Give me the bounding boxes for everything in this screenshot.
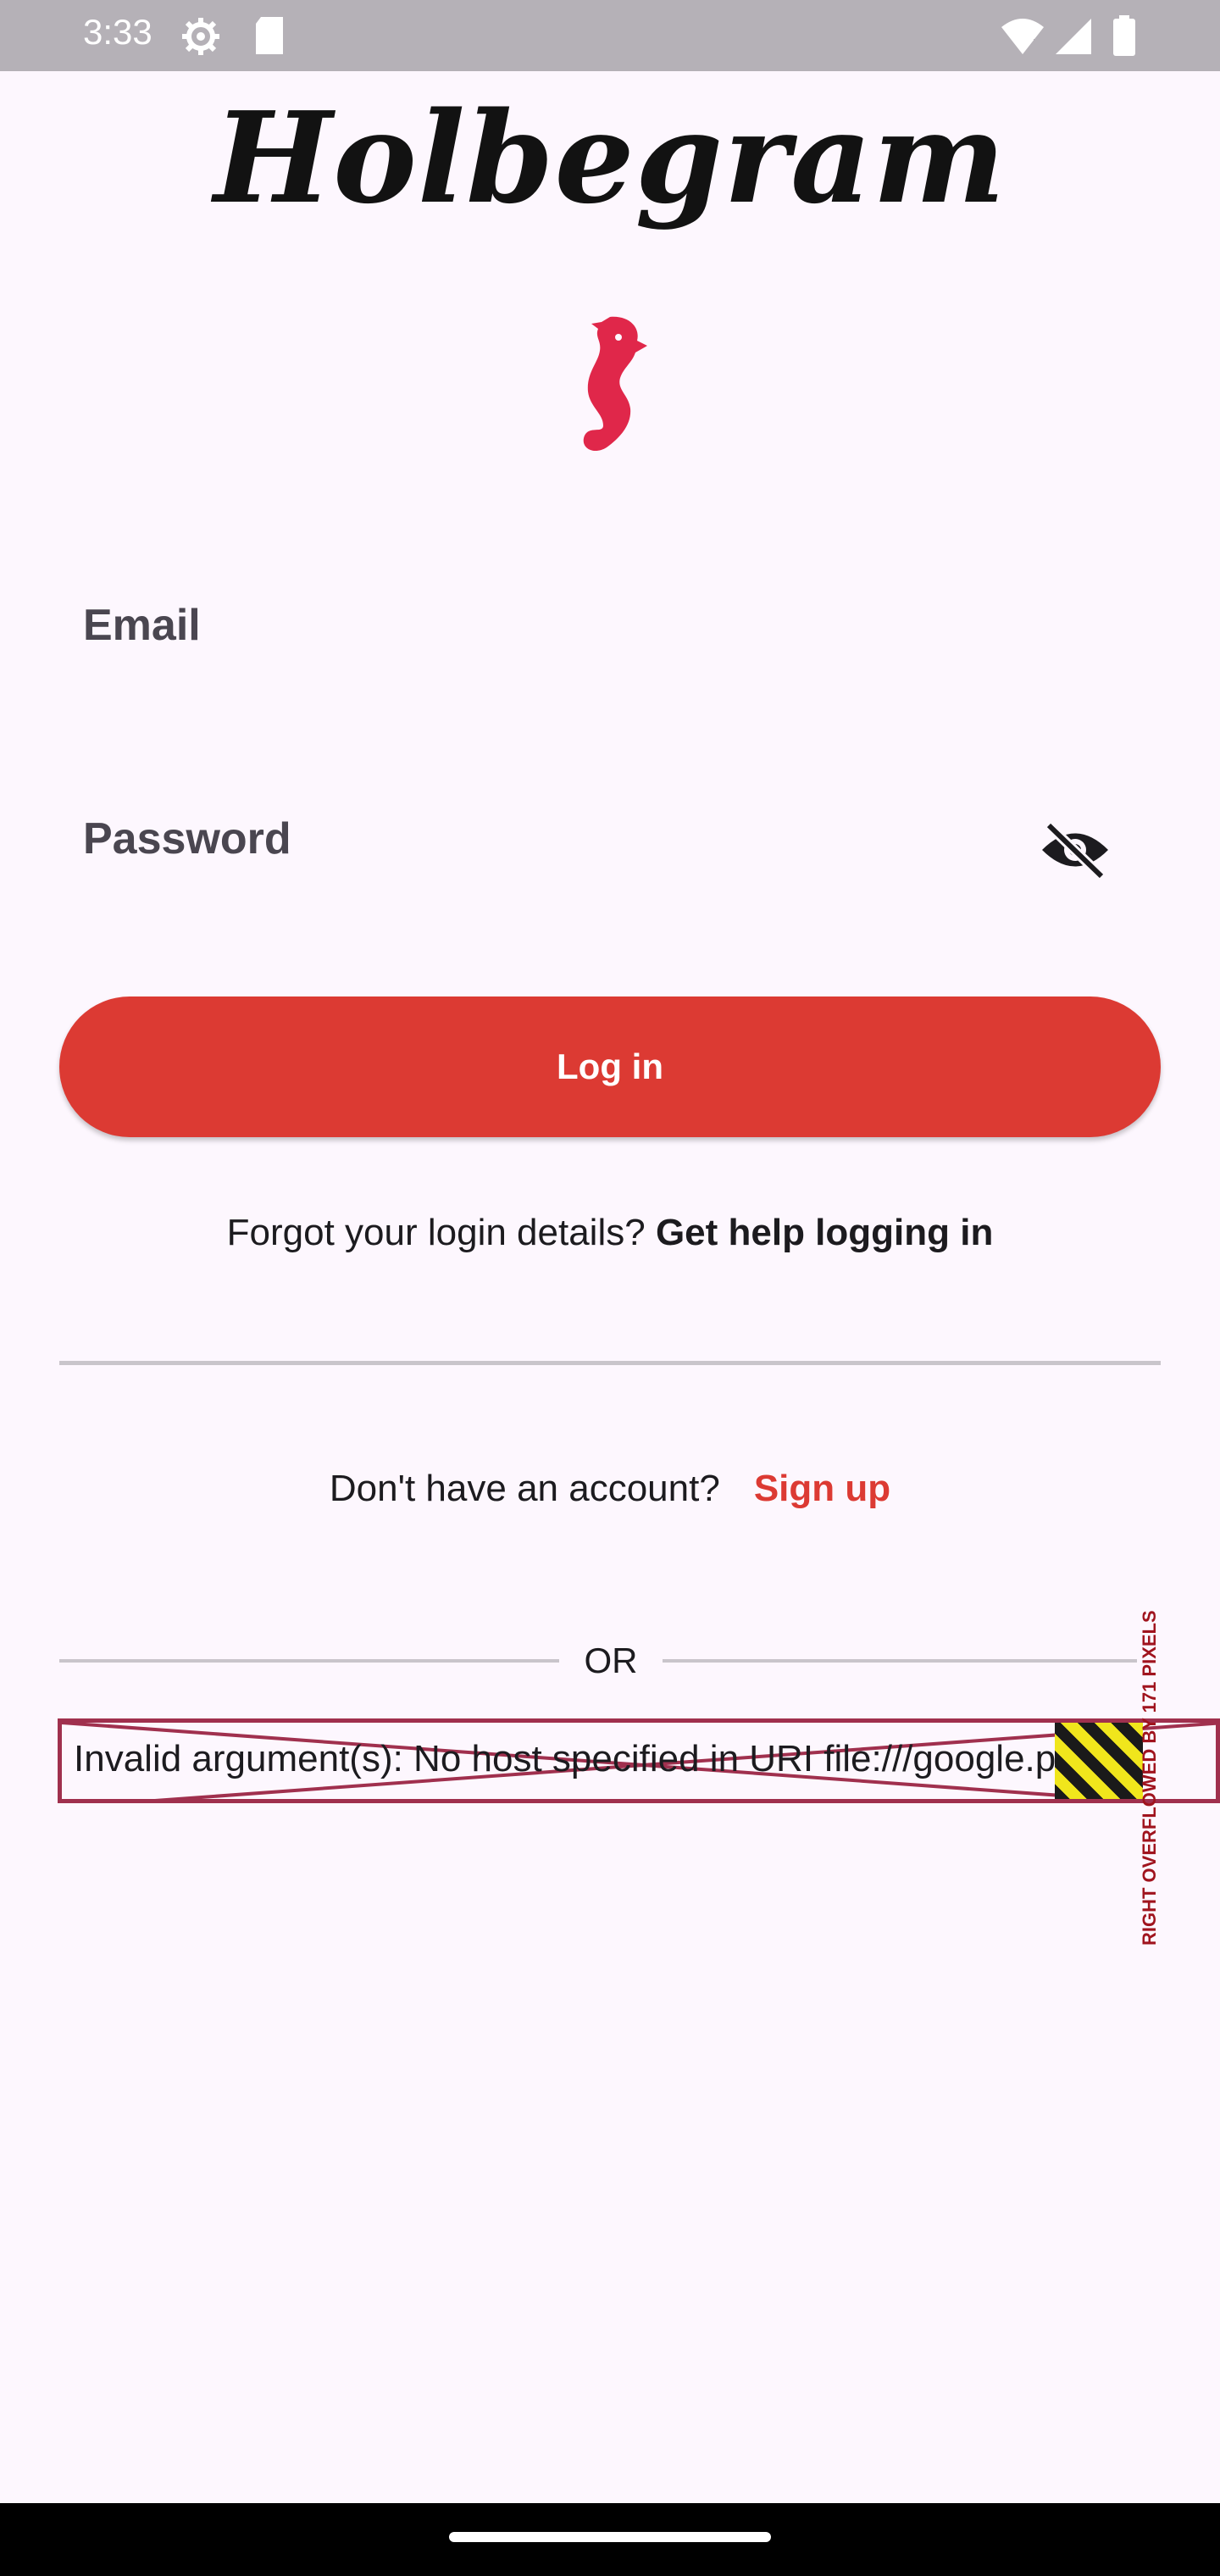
- get-help-link[interactable]: Get help logging in: [656, 1212, 993, 1253]
- navigation-bar: [0, 2503, 1220, 2576]
- email-field[interactable]: [59, 576, 1161, 686]
- signup-row: Don't have an account? Sign up: [0, 1468, 1220, 1510]
- forgot-login-row: Forgot your login details? Get help logg…: [0, 1212, 1220, 1254]
- login-button[interactable]: Log in: [59, 997, 1161, 1137]
- battery-icon: [1112, 15, 1137, 62]
- overflow-label: RIGHT OVERFLOWED BY 171 PIXELS: [1139, 1610, 1160, 1946]
- wifi-icon: [1000, 15, 1045, 60]
- error-message: Invalid argument(s): No host specified i…: [74, 1738, 1098, 1779]
- forgot-login-text: Forgot your login details?: [226, 1212, 646, 1253]
- eye-off-icon[interactable]: [1039, 820, 1112, 880]
- status-time: 3:33: [83, 12, 152, 52]
- signup-link[interactable]: Sign up: [754, 1468, 890, 1509]
- status-bar: 3:33: [0, 0, 1220, 71]
- app-logo: Holbegram: [214, 84, 1006, 231]
- signal-icon: [1054, 15, 1093, 60]
- seahorse-icon: [569, 312, 651, 460]
- or-divider-left: [59, 1659, 559, 1663]
- or-separator: OR: [584, 1641, 638, 1680]
- sd-card-icon: [252, 15, 286, 60]
- settings-icon: [180, 15, 222, 62]
- password-field[interactable]: [59, 790, 1025, 900]
- error-image-placeholder: Invalid argument(s): No host specified i…: [58, 1718, 1220, 1803]
- home-gesture-handle[interactable]: [449, 2532, 771, 2542]
- divider: [59, 1361, 1161, 1365]
- overflow-warning-stripes: [1055, 1723, 1143, 1799]
- signup-prompt-text: Don't have an account?: [329, 1468, 720, 1509]
- or-divider-right: [663, 1659, 1137, 1663]
